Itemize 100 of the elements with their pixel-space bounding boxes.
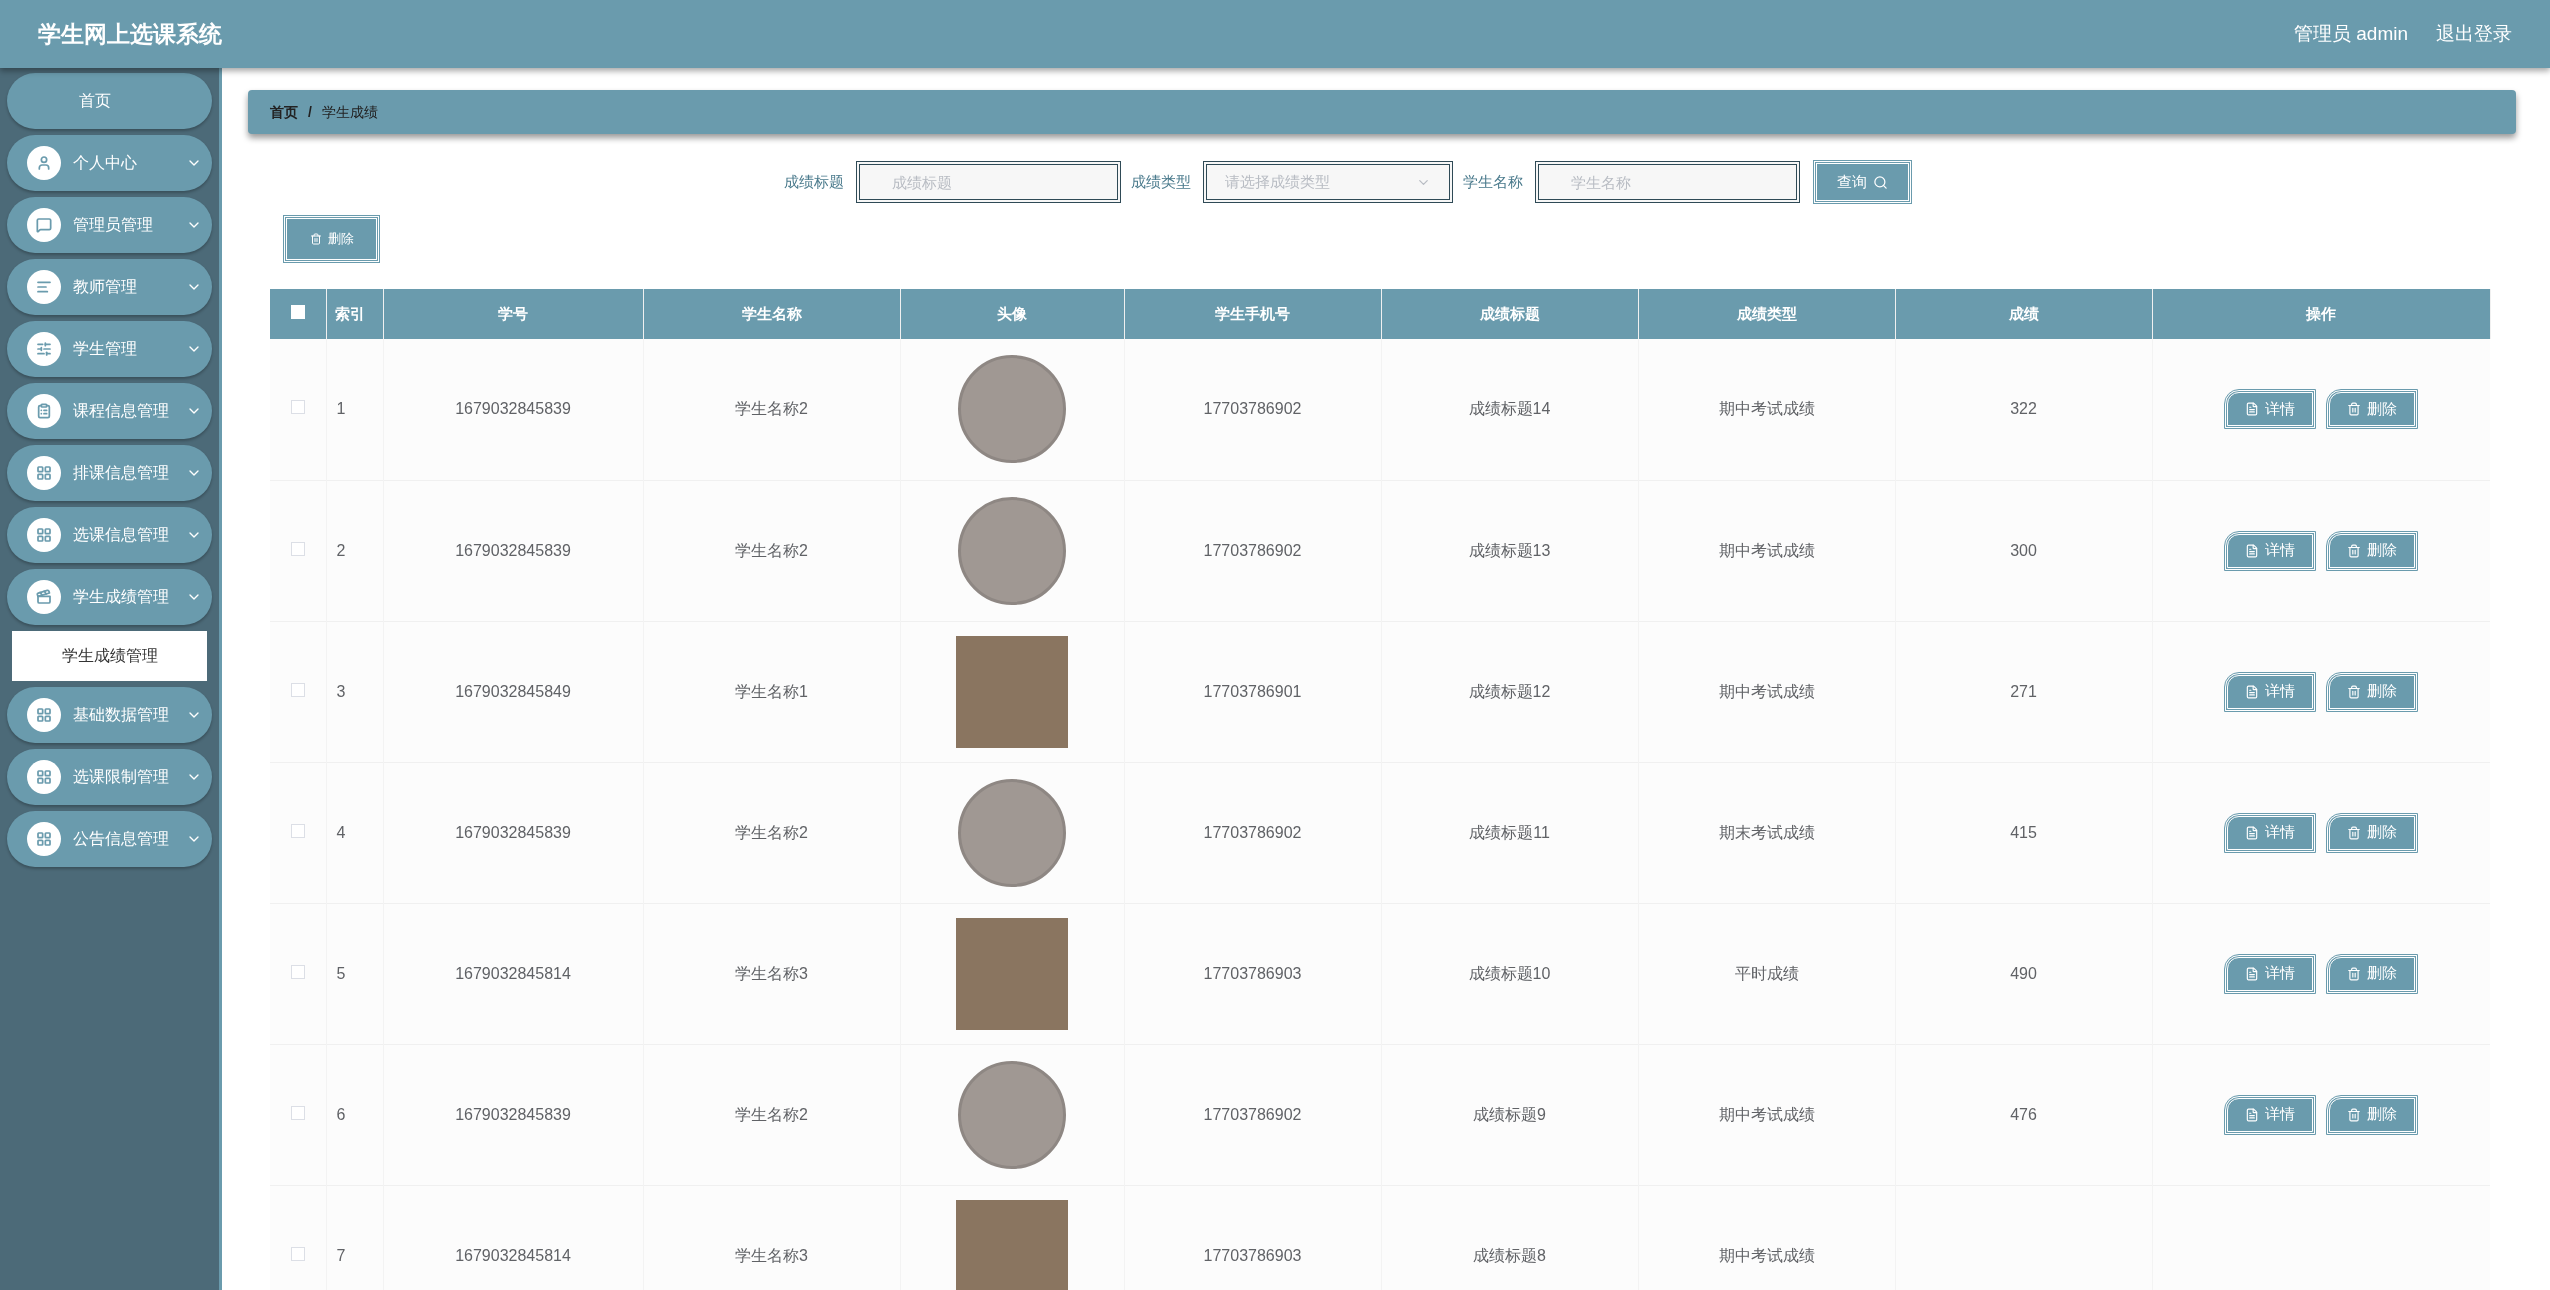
table-cell: 3 [326,621,383,762]
table-cell: 1679032845839 [383,762,643,903]
column-header: 操作 [2152,289,2490,339]
field-label: 成绩标题 [783,171,844,192]
table-cell: 4 [326,762,383,903]
table-cell: 7 [326,1185,383,1290]
sidebar-item[interactable]: 教师管理 [7,259,212,315]
table-cell: 成绩标题11 [1381,762,1638,903]
grid-icon [27,456,61,490]
delete-button[interactable]: 删除 [2327,1095,2418,1134]
sidebar-subitem[interactable]: 学生成绩管理 [12,631,207,681]
detail-button[interactable]: 详情 [2225,672,2316,711]
sidebar-item[interactable]: 课程信息管理 [7,383,212,439]
list-icon [27,270,61,304]
checkbox[interactable] [290,823,305,838]
document-icon [2245,402,2260,417]
delete-button[interactable]: 删除 [2327,390,2418,429]
search-icon [1872,174,1888,190]
sidebar-item[interactable]: 学生成绩管理 [7,569,212,625]
table-cell: 学生名称2 [643,762,900,903]
checkbox[interactable] [290,1246,305,1261]
column-header: 成绩标题 [1381,289,1638,339]
sidebar-item[interactable]: 选课限制管理 [7,749,212,805]
table-cell: 期中考试成绩 [1638,621,1895,762]
table-cell: 成绩标题9 [1381,1044,1638,1185]
table-cell: 1 [326,339,383,480]
table-cell: 2 [326,480,383,621]
detail-button[interactable]: 详情 [2225,813,2316,852]
field-label: 成绩类型 [1130,171,1191,192]
breadcrumb-link[interactable]: 首页 [270,101,298,123]
grid-icon [27,518,61,552]
table-cell: 271 [1895,621,2152,762]
table-cell: 6 [326,1044,383,1185]
detail-button[interactable]: 详情 [2225,954,2316,993]
checkbox[interactable] [290,1105,305,1120]
detail-button[interactable]: 详情 [2225,390,2316,429]
input-field[interactable]: 成绩标题 [855,161,1121,203]
table-cell: 期中考试成绩 [1638,1185,1895,1290]
delete-button[interactable]: 删除 [2327,954,2418,993]
trash-icon [309,233,322,245]
search-button[interactable]: 查询 [1813,161,1911,203]
checkbox[interactable] [290,400,305,415]
delete-button[interactable]: 删除 [2327,672,2418,711]
sidebar-item[interactable]: 个人中心 [7,135,212,191]
table-cell: 17703786903 [1124,1185,1381,1290]
select-field[interactable]: 请选择成绩类型 [1202,161,1453,203]
table-cell: 17703786902 [1124,762,1381,903]
delete-button[interactable]: 删除 [2327,813,2418,852]
sidebar-item[interactable]: 排课信息管理 [7,445,212,501]
table-cell: 1679032845839 [383,1044,643,1185]
table-cell: 1679032845849 [383,621,643,762]
breadcrumb-separator: / [308,102,312,122]
trash-icon [2347,1107,2362,1122]
table-cell: 322 [1895,339,2152,480]
delete-button[interactable]: 删除 [2327,531,2418,570]
table-cell: 成绩标题8 [1381,1185,1638,1290]
table-cell: 期中考试成绩 [1638,339,1895,480]
checkbox[interactable] [290,541,305,556]
sidebar-item[interactable]: 公告信息管理 [7,811,212,867]
detail-button[interactable]: 详情 [2225,531,2316,570]
column-header: 成绩类型 [1638,289,1895,339]
sidebar-item[interactable]: 基础数据管理 [7,687,212,743]
table-cell: 学生名称2 [643,1044,900,1185]
sliders-icon [27,332,61,366]
table-cell: 17703786902 [1124,339,1381,480]
sidebar-item[interactable]: 选课信息管理 [7,507,212,563]
column-header: 索引 [326,289,383,339]
checkbox[interactable] [290,964,305,979]
table-cell: 学生名称2 [643,480,900,621]
message-icon [27,208,61,242]
video-icon [27,580,61,614]
breadcrumb-link[interactable]: 学生成绩 [321,101,378,123]
delete-button[interactable]: 删除 [284,216,379,262]
sidebar-item[interactable]: 学生管理 [7,321,212,377]
table-cell: 17703786903 [1124,903,1381,1044]
table-cell: 成绩标题14 [1381,339,1638,480]
grid-icon [27,698,61,732]
table-cell: 490 [1895,903,2152,1044]
table-cell: 平时成绩 [1638,903,1895,1044]
table-cell: 学生名称2 [643,339,900,480]
table-cell: 476 [1895,1044,2152,1185]
sidebar-item[interactable]: 首页 [7,73,212,129]
input-field[interactable]: 学生名称 [1534,161,1800,203]
table-cell: 17703786902 [1124,1044,1381,1185]
table-cell: 学生名称1 [643,621,900,762]
trash-icon [2347,966,2362,981]
table-cell: 1679032845839 [383,480,643,621]
checkbox[interactable] [290,682,305,697]
user-icon [27,146,61,180]
detail-button[interactable]: 详情 [2225,1095,2316,1134]
trash-icon [2347,402,2362,417]
sidebar-item[interactable]: 管理员管理 [7,197,212,253]
table-cell: 期末考试成绩 [1638,762,1895,903]
column-header: 成绩 [1895,289,2152,339]
table-cell: 415 [1895,762,2152,903]
logout-link[interactable]: 退出登录 [2436,19,2512,49]
trash-icon [2347,825,2362,840]
user-name: 管理员 admin [2293,21,2408,46]
document-icon [2245,966,2260,981]
table-cell: 1679032845814 [383,903,643,1044]
